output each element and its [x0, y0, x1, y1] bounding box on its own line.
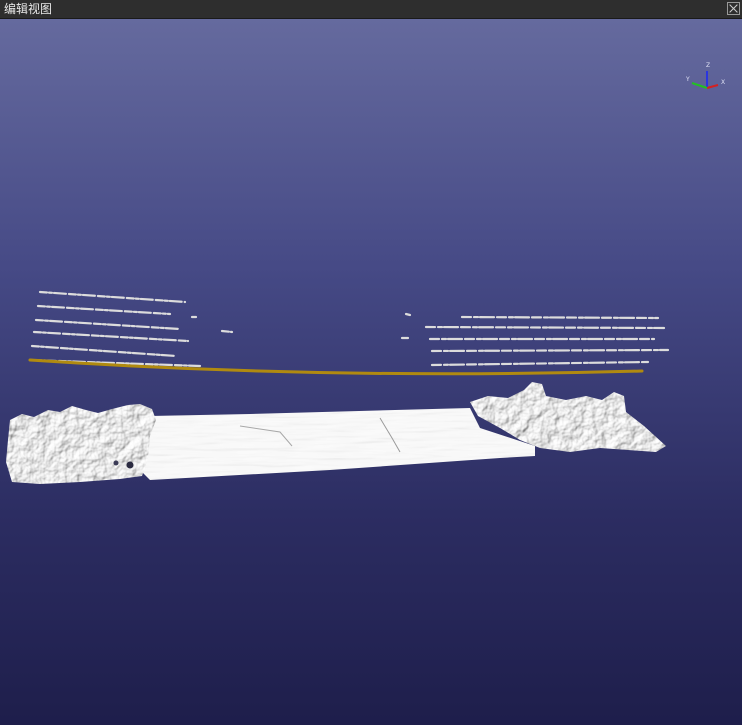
- left-point-cluster: [6, 404, 156, 484]
- axis-gizmo-icon: Z X Y: [685, 62, 725, 89]
- scan-lines-left: [28, 290, 234, 368]
- axis-y-label: Y: [685, 76, 690, 83]
- axis-z-label: Z: [706, 62, 710, 69]
- axis-x-label: X: [721, 79, 725, 86]
- close-icon[interactable]: [727, 2, 740, 15]
- window-title: 编辑视图: [4, 2, 53, 16]
- title-bar: 编辑视图: [0, 0, 742, 19]
- trajectory-line: [28, 358, 644, 376]
- ground-surface: [140, 408, 535, 480]
- scan-lines-right: [400, 312, 670, 367]
- 3d-viewport[interactable]: Z X Y: [0, 19, 742, 725]
- edit-view-window: 编辑视图 Z X Y: [0, 0, 742, 725]
- point-cloud-scene: [6, 290, 670, 484]
